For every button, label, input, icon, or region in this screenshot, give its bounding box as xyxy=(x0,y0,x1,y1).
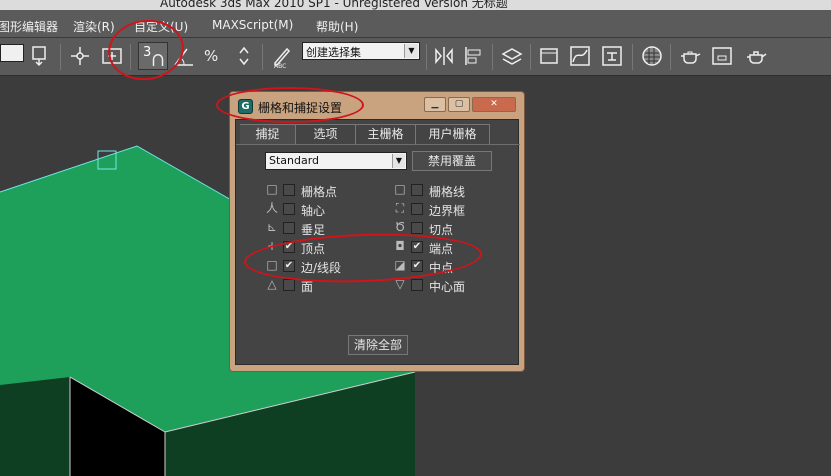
link-icon xyxy=(32,46,46,67)
bounding-box-icon: ⛶ xyxy=(395,201,405,215)
snap-option-label: 轴心 xyxy=(301,204,326,218)
mesh-side-face xyxy=(0,377,70,476)
align-icon xyxy=(465,47,481,65)
toolbar-separator xyxy=(262,44,263,70)
rendered-frame-button[interactable] xyxy=(708,42,736,70)
triangle-icon: △ xyxy=(267,277,277,291)
square-icon: □ xyxy=(266,182,278,196)
snap-option-label: 垂足 xyxy=(301,223,326,237)
snap-checkbox[interactable] xyxy=(411,279,423,291)
hierarchy-icon xyxy=(71,47,89,65)
snap-option-label: 栅格线 xyxy=(429,185,466,199)
close-button[interactable]: ✕ xyxy=(472,97,516,112)
window-titlebar: Autodesk 3ds Max 2010 SP1 - Unregistered… xyxy=(0,0,831,10)
snap-type-value: Standard xyxy=(269,154,320,167)
menu-rendering[interactable]: 渲染(R) xyxy=(73,18,115,35)
tab-user-grids[interactable]: 用户栅格 xyxy=(416,124,490,144)
pivot-icon: 人 xyxy=(265,201,278,215)
menu-help[interactable]: 帮助(H) xyxy=(316,18,358,35)
perpendicular-icon: ⊾ xyxy=(266,220,278,234)
select-link-button[interactable] xyxy=(28,42,56,70)
selection-filter-dropdown[interactable] xyxy=(0,44,24,62)
quick-render-button[interactable] xyxy=(742,42,770,70)
svg-text:%: % xyxy=(204,47,218,65)
snap-option-row[interactable]: ▽ 中心面 xyxy=(393,276,523,295)
material-editor-button[interactable] xyxy=(638,42,666,70)
render-window-icon xyxy=(712,47,732,65)
material-sphere-icon xyxy=(642,46,662,66)
percent-snap-button[interactable]: % xyxy=(200,42,228,70)
snap-type-dropdown[interactable]: Standard ▼ xyxy=(265,152,407,170)
snap-checkbox[interactable] xyxy=(411,222,423,234)
snap-option-row[interactable]: □ 栅格点 xyxy=(265,181,395,200)
annotation-circle-dialog-title xyxy=(216,87,364,123)
toolbar-separator xyxy=(492,44,493,70)
toolbar-separator xyxy=(530,44,531,70)
snap-option-row[interactable]: ⛶ 边界框 xyxy=(393,200,523,219)
teapot-render-icon xyxy=(747,51,767,64)
layer-manager-button[interactable] xyxy=(498,42,526,70)
toolbar-separator xyxy=(426,44,427,70)
spinner-icon xyxy=(239,46,249,66)
schematic-icon xyxy=(602,46,622,66)
render-setup-button[interactable] xyxy=(676,42,704,70)
clear-all-button[interactable]: 清除全部 xyxy=(348,335,408,355)
square-icon: □ xyxy=(394,182,406,196)
snap-option-label: 栅格点 xyxy=(301,185,338,199)
svg-text:ABC: ABC xyxy=(274,63,286,68)
mirror-button[interactable] xyxy=(430,42,458,70)
snap-option-row[interactable]: 人 轴心 xyxy=(265,200,395,219)
window-title: Autodesk 3ds Max 2010 SP1 - Unregistered… xyxy=(160,0,508,10)
hierarchy-button[interactable] xyxy=(66,42,94,70)
window-icon xyxy=(540,48,558,64)
toolbar-separator xyxy=(60,44,61,70)
spinner-snap-button[interactable] xyxy=(230,42,258,70)
override-off-button[interactable]: 禁用覆盖 xyxy=(412,151,492,171)
edit-named-selections-button[interactable]: ABC xyxy=(268,42,296,70)
snap-checkbox[interactable] xyxy=(411,184,423,196)
chevron-down-icon: ▼ xyxy=(392,154,405,168)
center-face-icon: ▽ xyxy=(395,277,405,291)
schematic-view-button[interactable] xyxy=(598,42,626,70)
menu-graph-editors[interactable]: 图形编辑器 xyxy=(0,18,58,35)
dialog-tabs: 捕捉 选项 主栅格 用户栅格 xyxy=(236,124,520,144)
named-selection-set-dropdown[interactable]: 创建选择集 ▼ xyxy=(302,42,420,60)
tab-options[interactable]: 选项 xyxy=(296,124,356,144)
curve-editor-button[interactable] xyxy=(566,42,594,70)
snap-checkbox[interactable] xyxy=(411,203,423,215)
toolbar-separator xyxy=(670,44,671,70)
curve-editor-icon xyxy=(570,46,590,66)
menu-maxscript[interactable]: MAXScript(M) xyxy=(212,18,293,32)
percent-icon: % xyxy=(204,47,218,65)
mirror-icon xyxy=(435,47,453,65)
snap-checkbox[interactable] xyxy=(283,222,295,234)
tab-divider xyxy=(236,144,520,145)
snap-option-label: 中心面 xyxy=(429,280,466,294)
pencil-icon: ABC xyxy=(274,47,291,68)
chevron-down-icon: ▼ xyxy=(404,44,418,58)
align-button[interactable] xyxy=(460,42,488,70)
toolbar-separator xyxy=(632,44,633,70)
minimize-button[interactable]: ▁ xyxy=(424,97,446,112)
snap-checkbox[interactable] xyxy=(283,203,295,215)
grid-snap-settings-dialog: G 栅格和捕捉设置 ▁ ▢ ✕ 捕捉 选项 主栅格 用户栅格 Standard … xyxy=(229,91,525,372)
graphite-tools-button[interactable] xyxy=(536,42,564,70)
maximize-button[interactable]: ▢ xyxy=(448,97,470,112)
snap-option-label: 边界框 xyxy=(429,204,466,218)
snap-checkbox[interactable] xyxy=(283,184,295,196)
tab-snaps[interactable]: 捕捉 xyxy=(240,124,296,144)
layers-icon xyxy=(501,48,523,65)
named-selection-set-value: 创建选择集 xyxy=(306,46,361,59)
teapot-icon xyxy=(681,51,701,64)
snap-option-row[interactable]: □ 栅格线 xyxy=(393,181,523,200)
tab-home-grid[interactable]: 主栅格 xyxy=(356,124,416,144)
snap-checkbox[interactable] xyxy=(283,279,295,291)
